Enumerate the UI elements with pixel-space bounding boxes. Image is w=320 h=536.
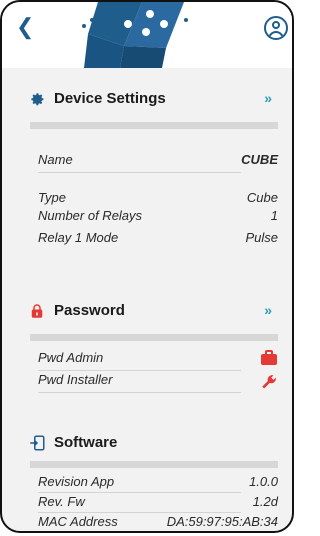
row-value: 1.0.0 (249, 474, 278, 489)
row-underline (38, 392, 241, 393)
row-label: Number of Relays (38, 208, 143, 223)
chevron-right-icon[interactable]: » (264, 302, 272, 318)
row-value: CUBE (241, 152, 278, 167)
row-value: Pulse (245, 230, 278, 245)
back-chevron-icon[interactable]: ❮ (16, 16, 34, 38)
gear-icon (31, 93, 44, 106)
row-pwd-installer[interactable]: Pwd Installer (38, 372, 278, 390)
row-label: Rev. Fw (38, 494, 85, 509)
row-pwd-admin[interactable]: Pwd Admin (38, 350, 278, 368)
section-software[interactable]: Software (2, 434, 292, 456)
row-label: Pwd Installer (38, 372, 113, 387)
section-divider (30, 122, 278, 129)
row-label: Revision App (38, 474, 115, 489)
row-mac-address[interactable]: MAC Address DA:59:97:95:AB:34 (38, 514, 278, 531)
row-type[interactable]: Type Cube (38, 190, 278, 208)
row-label: Pwd Admin (38, 350, 104, 365)
row-rev-fw[interactable]: Rev. Fw 1.2d (38, 494, 278, 512)
avatar-head (272, 21, 280, 29)
lock-icon (31, 304, 43, 318)
row-underline (38, 172, 241, 173)
row-underline (38, 370, 241, 371)
row-underline (38, 492, 241, 493)
section-divider (30, 461, 278, 468)
row-value: Cube (246, 190, 278, 205)
row-label: MAC Address (38, 514, 118, 529)
wrench-icon[interactable] (260, 372, 278, 393)
avatar-body (268, 31, 284, 38)
user-circle-icon[interactable] (264, 16, 288, 40)
row-value: 1.2d (252, 494, 278, 509)
section-divider (30, 334, 278, 341)
briefcase-icon[interactable] (260, 350, 278, 369)
row-label: Relay 1 Mode (38, 230, 119, 245)
row-label: Type (38, 190, 66, 205)
section-title: Password (54, 302, 125, 319)
section-title: Device Settings (54, 90, 166, 107)
row-number-of-relays[interactable]: Number of Relays 1 (38, 208, 278, 226)
row-label: Name (38, 152, 73, 167)
phone-frame: ❮ Device Settings » Name CUBE Type Cube … (0, 0, 294, 533)
app-header: ❮ (2, 2, 292, 68)
chevron-right-icon[interactable]: » (264, 90, 272, 106)
row-underline (38, 512, 241, 513)
row-value: 1 (270, 208, 278, 223)
row-revision-app[interactable]: Revision App 1.0.0 (38, 474, 278, 492)
cube-logo-icon (82, 2, 188, 68)
row-name[interactable]: Name CUBE (38, 152, 278, 170)
section-device-settings[interactable]: Device Settings » (2, 90, 292, 112)
row-relay-1-mode[interactable]: Relay 1 Mode Pulse (38, 230, 278, 248)
row-value: DA:59:97:95:AB:34 (166, 514, 278, 529)
section-title: Software (54, 434, 118, 451)
import-icon (30, 435, 45, 451)
section-password[interactable]: Password » (2, 302, 292, 324)
